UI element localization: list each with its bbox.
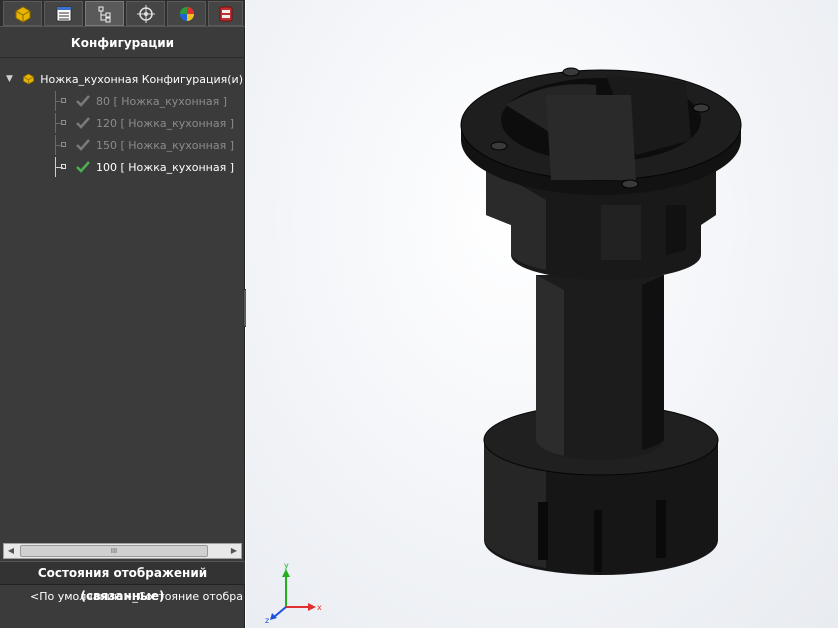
- scroll-right-arrow-icon[interactable]: ▶: [227, 544, 241, 558]
- manager-tab-bar: [0, 0, 245, 27]
- configuration-item-80[interactable]: 80 [ Ножка_кухонная ]: [0, 91, 243, 111]
- model-top-flange: [460, 67, 742, 195]
- tree-root-item[interactable]: ▼ Ножка_кухонная Конфигурация(и): [0, 68, 243, 90]
- configuration-label: 150 [ Ножка_кухонная ]: [96, 138, 234, 152]
- tab-dimxpert-manager[interactable]: [126, 1, 165, 26]
- display-state-item[interactable]: <По умолчанию>_Состояние отображения: [0, 585, 243, 607]
- tab-display-manager[interactable]: [167, 1, 206, 26]
- tab-property-manager[interactable]: [44, 1, 83, 26]
- display-state-label: <По умолчанию>_Состояние отображения: [30, 589, 243, 603]
- configuration-item-120[interactable]: 120 [ Ножка_кухонная ]: [0, 113, 243, 133]
- axis-x-label: x: [317, 603, 322, 612]
- display-manager-icon: [179, 6, 194, 21]
- tab-configuration-manager[interactable]: [85, 1, 124, 26]
- configuration-item-150[interactable]: 150 [ Ножка_кухонная ]: [0, 135, 243, 155]
- tree-root-label: Ножка_кухонная Конфигурация(и): [40, 72, 243, 86]
- check-icon: [76, 117, 90, 129]
- scroll-left-arrow-icon[interactable]: ◀: [4, 544, 18, 558]
- configuration-item-100-active[interactable]: 100 [ Ножка_кухонная ]: [0, 157, 243, 177]
- feature-manager-icon: [15, 5, 30, 23]
- graphics-viewport[interactable]: y x z: [246, 0, 838, 628]
- property-manager-icon: [56, 6, 71, 21]
- cam-manager-icon: [219, 6, 232, 21]
- check-icon: [76, 139, 90, 151]
- part-icon: [23, 73, 35, 85]
- check-icon: [76, 95, 90, 107]
- dimxpert-manager-icon: [136, 4, 155, 23]
- horizontal-scrollbar[interactable]: ◀ III ▶: [3, 543, 242, 559]
- kitchen-leg-model[interactable]: [246, 0, 838, 628]
- coordinate-triad: y x z: [265, 563, 322, 623]
- configuration-label: 80 [ Ножка_кухонная ]: [96, 94, 228, 108]
- tab-feature-manager[interactable]: [3, 1, 42, 26]
- model-neck: [536, 275, 664, 461]
- active-check-icon: [76, 161, 90, 173]
- tab-cam-manager[interactable]: [208, 1, 243, 26]
- configuration-label: 100 [ Ножка_кухонная ]: [96, 160, 234, 174]
- configuration-manager-panel: Конфигурации ▼ Ножка_кухонная Конфигурац…: [0, 0, 245, 628]
- configuration-label: 120 [ Ножка_кухонная ]: [96, 116, 234, 130]
- configuration-manager-icon: [98, 6, 110, 22]
- panel-title: Конфигурации: [0, 28, 245, 58]
- axis-z-label: z: [265, 616, 269, 623]
- display-states-header[interactable]: Состояния отображений (связанные): [0, 561, 245, 603]
- collapse-arrow-icon[interactable]: ▼: [6, 74, 16, 84]
- scroll-thumb[interactable]: III: [20, 545, 208, 557]
- axis-y-label: y: [284, 563, 289, 570]
